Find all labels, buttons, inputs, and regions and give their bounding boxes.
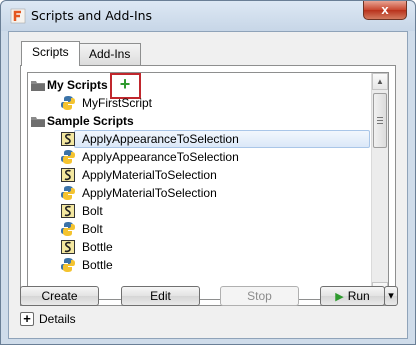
tab-label: Scripts <box>32 45 69 59</box>
tree-item[interactable]: ApplyMaterialToSelection <box>28 166 368 184</box>
folder-icon <box>31 81 45 91</box>
tree-item[interactable]: ApplyAppearanceToSelection <box>28 148 368 166</box>
group-label: My Scripts <box>47 78 108 92</box>
tree-item[interactable]: Bottle <box>28 238 368 256</box>
edit-button[interactable]: Edit <box>121 286 200 306</box>
add-script-icon[interactable]: + <box>118 75 132 93</box>
group-label: Sample Scripts <box>47 114 134 128</box>
tree-item[interactable]: Bottle <box>28 256 368 274</box>
python-icon <box>61 96 75 110</box>
python-icon <box>61 186 75 200</box>
run-label: Run <box>347 289 370 303</box>
item-label: Bottle <box>82 258 113 272</box>
item-label: Bolt <box>82 204 103 218</box>
chevron-down-icon: ▾ <box>388 290 394 302</box>
grip-line <box>377 123 383 124</box>
stop-button[interactable]: Stop <box>220 286 299 306</box>
scroll-thumb[interactable] <box>373 93 387 148</box>
grip-line <box>377 120 383 121</box>
item-label: MyFirstScript <box>82 96 152 110</box>
tab-add-ins[interactable]: Add-Ins <box>78 43 142 65</box>
close-button[interactable]: x <box>363 1 407 20</box>
item-label: Bolt <box>82 222 103 236</box>
tree-item[interactable]: ApplyAppearanceToSelection <box>28 130 368 148</box>
close-icon: x <box>381 2 389 17</box>
tree-item[interactable]: MyFirstScript <box>28 94 368 112</box>
window-title: Scripts and Add-Ins <box>31 8 153 23</box>
python-icon <box>61 150 75 164</box>
plus-icon: + <box>23 311 31 326</box>
details-expand-button[interactable]: + <box>20 312 34 326</box>
item-label: ApplyMaterialToSelection <box>82 168 217 182</box>
dialog-body: Scripts Add-Ins My Scripts + MyFirstScri… <box>8 31 408 339</box>
scripts-tab-panel: My Scripts + MyFirstScript Sample Script… <box>20 65 396 306</box>
python-icon <box>61 258 75 272</box>
tree-group-sample-scripts[interactable]: Sample Scripts <box>28 112 368 130</box>
scripts-addins-window: Scripts and Add-Ins x Scripts Add-Ins My… <box>0 0 416 345</box>
item-label: ApplyAppearanceToSelection <box>82 150 239 164</box>
item-label: ApplyAppearanceToSelection <box>82 132 239 146</box>
item-label: ApplyMaterialToSelection <box>82 186 217 200</box>
scroll-up-button[interactable]: ▲ <box>372 73 388 90</box>
run-button[interactable]: ▶ Run <box>320 286 385 306</box>
scripts-tree[interactable]: My Scripts + MyFirstScript Sample Script… <box>27 72 389 300</box>
js-script-icon <box>61 168 75 182</box>
tree-group-my-scripts[interactable]: My Scripts <box>28 76 368 94</box>
js-script-icon <box>61 240 75 254</box>
tree-item[interactable]: Bolt <box>28 202 368 220</box>
tree-item[interactable]: ApplyMaterialToSelection <box>28 184 368 202</box>
run-dropdown-button[interactable]: ▾ <box>384 286 398 306</box>
python-icon <box>61 222 75 236</box>
create-button[interactable]: Create <box>20 286 99 306</box>
play-icon: ▶ <box>335 291 344 303</box>
tree-item[interactable]: Bolt <box>28 220 368 238</box>
vertical-scrollbar[interactable]: ▲ ▼ <box>371 73 388 299</box>
js-script-icon <box>61 132 75 146</box>
js-script-icon <box>61 204 75 218</box>
folder-icon <box>31 117 45 127</box>
grip-line <box>377 117 383 118</box>
app-icon <box>10 8 26 24</box>
item-label: Bottle <box>82 240 113 254</box>
details-label: Details <box>39 312 76 326</box>
title-bar: Scripts and Add-Ins x <box>1 1 415 31</box>
tab-scripts[interactable]: Scripts <box>21 41 80 66</box>
tab-label: Add-Ins <box>89 47 131 61</box>
